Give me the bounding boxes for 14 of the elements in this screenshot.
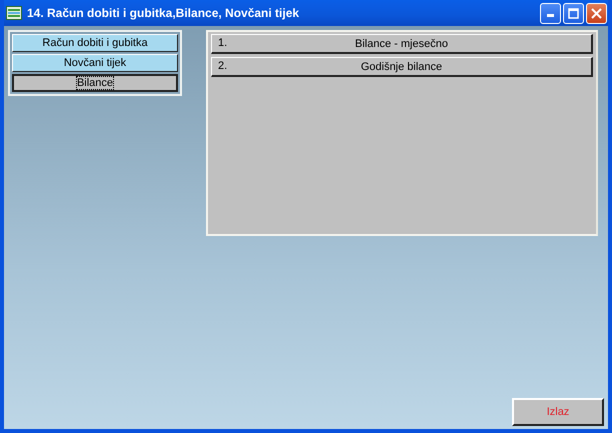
window-title: 14. Račun dobiti i gubitka,Bilance, Novčani tijek [27, 6, 300, 20]
category-button[interactable]: Novčani tijek [12, 54, 178, 72]
report-button[interactable]: 1. Bilance - mjesečno [211, 34, 593, 54]
app-icon [6, 6, 22, 20]
maximize-button[interactable] [563, 2, 584, 24]
minimize-button[interactable] [540, 2, 561, 24]
category-button[interactable]: Bilance [12, 74, 178, 92]
category-button[interactable]: Račun dobiti i gubitka [12, 34, 178, 52]
close-icon [591, 8, 602, 18]
close-button[interactable] [586, 2, 607, 24]
report-number: 2. [218, 60, 228, 72]
report-number: 1. [218, 37, 228, 49]
maximize-icon [568, 8, 579, 18]
report-button[interactable]: 2. Godišnje bilance [211, 57, 593, 77]
